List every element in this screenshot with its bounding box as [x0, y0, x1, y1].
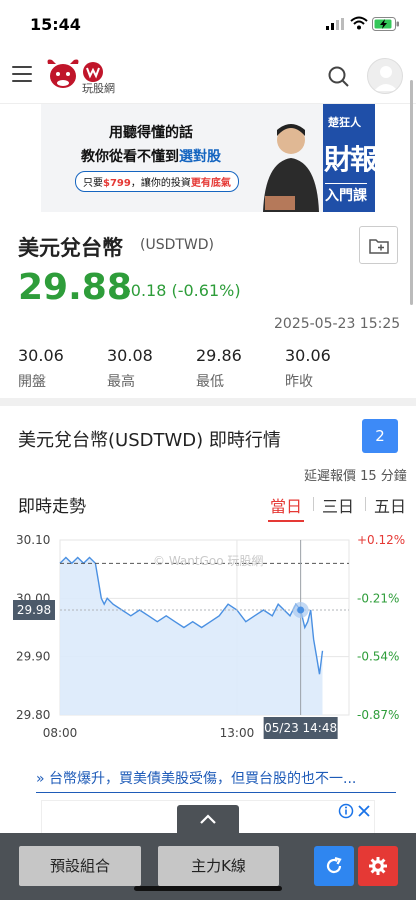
chart-watermark: © WantGoo 玩股網 [153, 554, 263, 568]
stat-label: 最低 [196, 374, 224, 390]
folder-add-icon [369, 239, 389, 254]
trend-label: 即時走勢 [18, 497, 86, 517]
stat-label: 昨收 [285, 374, 313, 390]
banner-line-1: 用聽得懂的話 [109, 125, 193, 141]
tab-separator [313, 497, 314, 511]
last-price: 29.88 [18, 267, 132, 308]
stat-low: 29.86 最低 [196, 346, 242, 391]
y-percent-label: -0.21% [357, 591, 399, 605]
presenter-image [263, 124, 319, 212]
active-tab-underline [268, 520, 304, 522]
section-divider [0, 398, 416, 406]
search-icon[interactable] [328, 66, 350, 88]
course-author: 楚狂人 [328, 116, 361, 129]
stat-value: 30.08 [107, 346, 153, 365]
x-tick-label: 08:00 [43, 726, 78, 740]
x-tick-label: 13:00 [220, 726, 255, 740]
banner-line-2: 教你從看不懂到選對股 [81, 149, 221, 165]
home-indicator [134, 886, 282, 891]
course-brand-box: 楚狂人 財報 入門課 [323, 104, 375, 212]
chevron-up-icon [200, 814, 216, 824]
realtime-badge[interactable]: 2 [362, 419, 398, 453]
y-percent-label: -0.87% [357, 708, 399, 722]
stat-label: 最高 [107, 374, 135, 390]
y-tick-label: 29.90 [16, 650, 50, 664]
settings-button[interactable] [358, 846, 398, 886]
stat-value: 30.06 [285, 346, 331, 365]
quote-timestamp: 2025-05-23 15:25 [274, 316, 401, 332]
preset-combo-button[interactable]: 預設組合 [19, 846, 141, 886]
gear-icon [369, 857, 387, 875]
quote-code: (USDTWD) [140, 237, 215, 253]
intraday-chart[interactable]: © WantGoo 玩股網30.1030.0029.9029.80+0.12%-… [0, 530, 416, 745]
y-percent-label: +0.12% [357, 533, 405, 547]
user-icon [374, 66, 398, 91]
ad-choices-icon[interactable] [338, 803, 372, 819]
top-nav: 玩股網 [0, 50, 416, 104]
add-to-watchlist-button[interactable] [359, 226, 398, 264]
status-time: 15:44 [30, 15, 81, 34]
y-tick-label: 29.80 [16, 708, 50, 722]
range-tabs: 當日 三日 五日 [268, 491, 416, 522]
course-title: 財報 [324, 143, 375, 176]
status-bar: 15:44 [0, 0, 416, 50]
logo-text: 玩股網 [82, 82, 115, 95]
stat-value: 29.86 [196, 346, 242, 365]
tab-5day[interactable]: 五日 [374, 493, 406, 517]
main-kline-button[interactable]: 主力K線 [158, 846, 279, 886]
scrollbar[interactable] [410, 80, 413, 305]
stat-open: 30.06 開盤 [18, 346, 64, 391]
refresh-button[interactable] [314, 846, 354, 886]
stat-value: 30.06 [18, 346, 64, 365]
y-percent-label: -0.54% [357, 650, 399, 664]
price-change: -0.18 (-0.61%) [125, 281, 241, 300]
y-tick-label: 30.10 [16, 533, 50, 547]
news-headline-link[interactable]: » 台幣爆升，買美債美股受傷，但買台股的也不一... [36, 768, 396, 793]
delay-note: 延遲報價 15 分鐘 [304, 469, 407, 484]
crosshair-dot [297, 606, 305, 614]
cellular-signal-icon [326, 18, 344, 30]
wifi-icon [350, 16, 368, 30]
tab-today[interactable]: 當日 [270, 493, 302, 517]
realtime-title: 美元兌台幣(USDTWD) 即時行情 [18, 430, 281, 451]
crosshair-value-label: 29.98 [17, 603, 51, 617]
course-subtitle: 入門課 [325, 183, 367, 205]
tab-3day[interactable]: 三日 [322, 493, 354, 517]
quote-title: 美元兌台幣 [18, 236, 123, 260]
crosshair-time-label: 05/23 14:48 [264, 721, 337, 735]
user-avatar[interactable] [367, 58, 403, 94]
stat-high: 30.08 最高 [107, 346, 153, 391]
battery-charging-icon [372, 17, 399, 31]
toolbar-collapse-toggle[interactable] [177, 805, 239, 833]
menu-icon[interactable] [12, 66, 32, 84]
banner-line-3: 只要$799，讓你的投資更有底氣 [75, 171, 239, 192]
refresh-icon [326, 856, 342, 874]
stat-prev-close: 30.06 昨收 [285, 346, 331, 391]
stat-label: 開盤 [18, 374, 46, 390]
ad-banner[interactable]: 用聽得懂的話 教你從看不懂到選對股 只要$799，讓你的投資更有底氣 楚狂人 財… [41, 104, 375, 212]
tab-separator [365, 497, 366, 511]
